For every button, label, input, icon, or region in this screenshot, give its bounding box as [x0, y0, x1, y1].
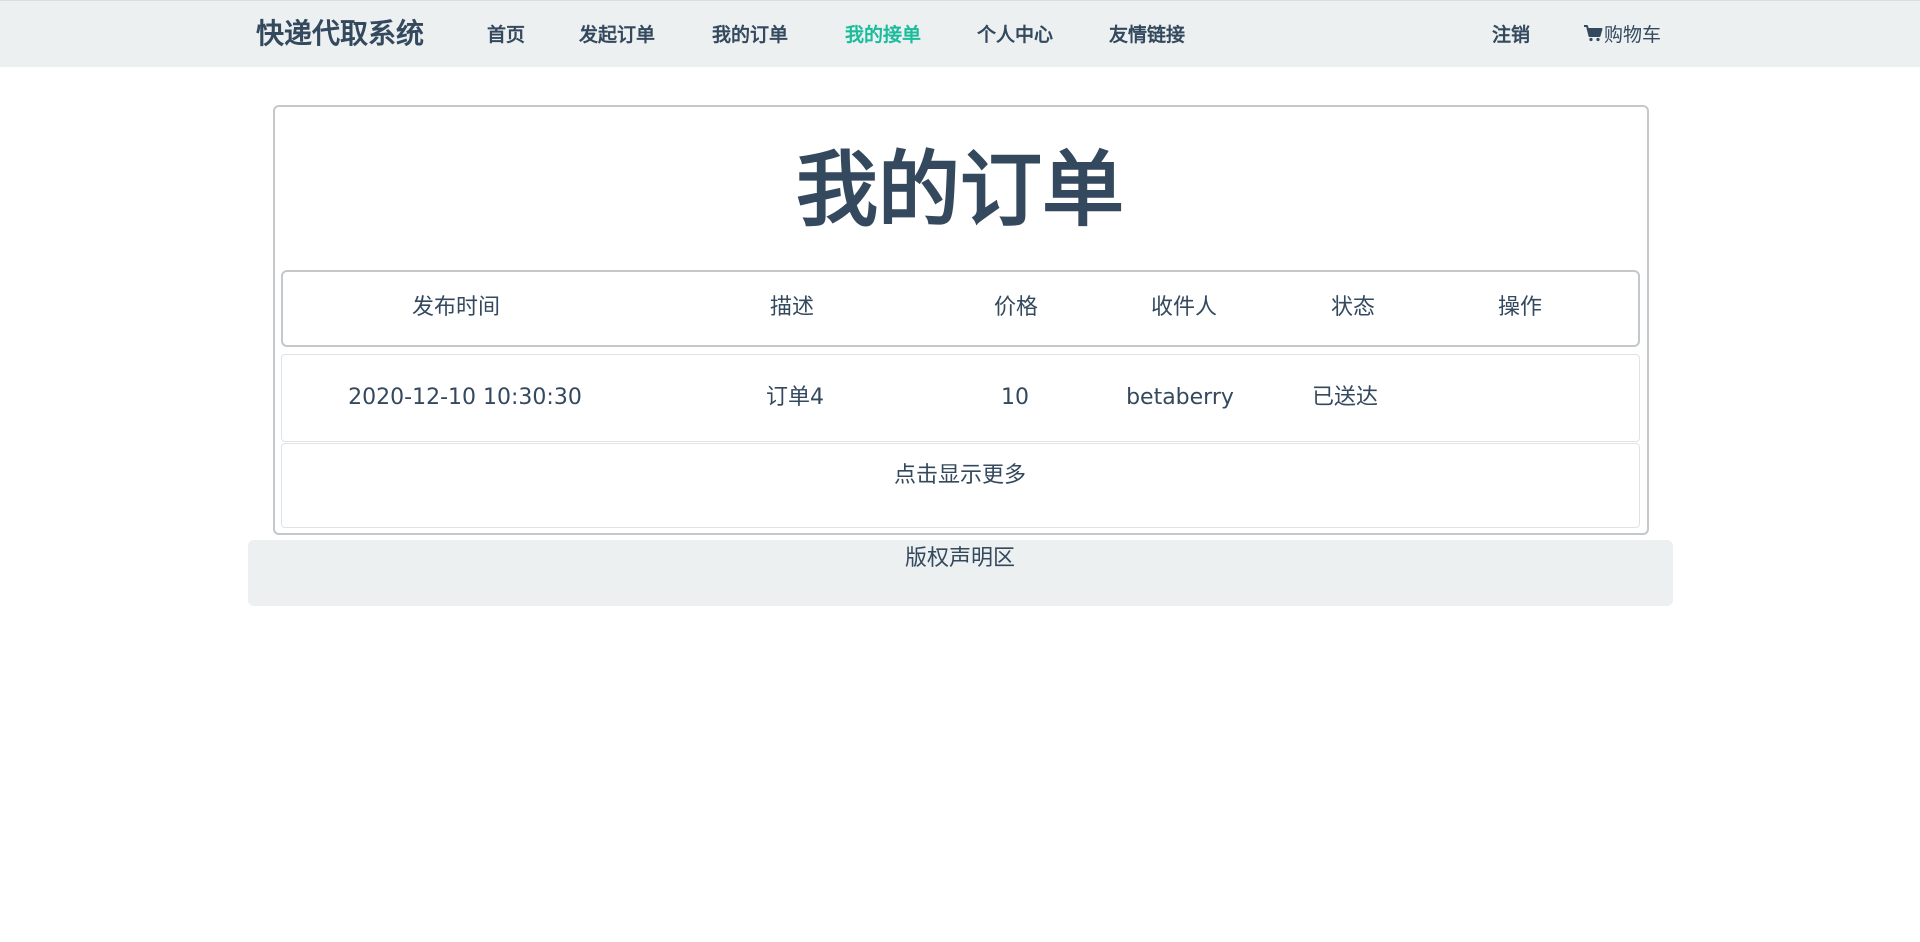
page-title: 我的订单: [795, 143, 1124, 238]
cell-recipient: betaberry: [1126, 385, 1234, 410]
column-header-price: 价格: [993, 295, 1039, 320]
column-header-description: 描述: [769, 295, 815, 320]
column-header-recipient: 收件人: [1150, 295, 1218, 320]
nav-item-links[interactable]: 友情链接: [1109, 23, 1185, 47]
nav-item-home[interactable]: 首页: [487, 23, 525, 47]
brand-logo[interactable]: 快递代取系统: [256, 17, 424, 51]
nav-item-my-accepted[interactable]: 我的接单: [845, 23, 921, 47]
cart-link[interactable]: 购物车: [1583, 23, 1661, 47]
cell-price: 10: [1001, 385, 1029, 410]
logout-link[interactable]: 注销: [1492, 23, 1530, 47]
show-more-button[interactable]: 点击显示更多: [0, 462, 1920, 490]
column-header-status: 状态: [1330, 295, 1376, 320]
cell-publish-time: 2020-12-10 10:30:30: [348, 385, 582, 410]
cart-label: 购物车: [1604, 24, 1662, 46]
copyright-text: 版权声明区: [904, 546, 1015, 571]
column-header-action: 操作: [1497, 295, 1543, 320]
nav-item-create-order[interactable]: 发起订单: [579, 23, 655, 47]
top-navbar: 快递代取系统 首页 发起订单 我的订单 我的接单 个人中心 友情链接 注销 购物…: [0, 0, 1920, 67]
cart-icon: [1584, 25, 1603, 42]
cell-description: 订单4: [766, 385, 824, 410]
nav-item-profile[interactable]: 个人中心: [977, 23, 1053, 47]
cell-status: 已送达: [1311, 385, 1379, 410]
nav-item-my-orders[interactable]: 我的订单: [712, 23, 788, 47]
column-header-publish-time: 发布时间: [411, 295, 501, 320]
